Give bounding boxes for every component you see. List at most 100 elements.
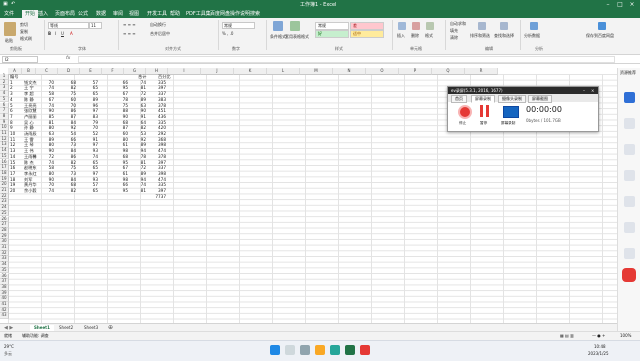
edge-icon[interactable] bbox=[330, 345, 340, 355]
merge-center-button[interactable]: 合并后居中 bbox=[150, 31, 170, 37]
ribbon-tab[interactable]: 操作说明搜索 bbox=[230, 10, 260, 18]
row-number-cell[interactable]: 20 bbox=[10, 188, 15, 194]
analyze-data-button[interactable]: 分析数据 bbox=[524, 33, 540, 39]
style-good[interactable]: 好 bbox=[315, 30, 349, 38]
ribbon-tab[interactable]: PDF工具集 bbox=[186, 10, 211, 18]
autosum-button[interactable]: 自动求和 bbox=[450, 21, 466, 27]
evcam-title-bar[interactable]: ev录屏(5.3.1, 2016, 1677) – × bbox=[448, 87, 598, 94]
evcam-minimize-icon[interactable]: – bbox=[583, 87, 585, 94]
column-header[interactable]: E bbox=[80, 68, 102, 75]
table-format-icon[interactable] bbox=[290, 21, 300, 31]
weather-desc[interactable]: 多云 bbox=[4, 351, 12, 357]
monitor-icon[interactable] bbox=[503, 106, 519, 118]
font-color-icon[interactable]: A bbox=[70, 31, 73, 36]
wrap-text-button[interactable]: 自动换行 bbox=[150, 22, 166, 28]
stop-record-icon[interactable] bbox=[458, 105, 472, 119]
pause-icon[interactable] bbox=[486, 105, 489, 117]
score-cell[interactable]: 95 bbox=[110, 188, 128, 194]
paste-button[interactable]: 粘贴 bbox=[5, 38, 13, 44]
save-icon[interactable]: ▣ bbox=[3, 1, 8, 7]
table-format-button[interactable]: 套用表格格式 bbox=[285, 34, 309, 40]
style-bad[interactable]: 差 bbox=[350, 22, 384, 30]
zoom-slider[interactable]: — ● + bbox=[592, 332, 605, 340]
side-panel-icon[interactable] bbox=[624, 118, 635, 129]
delete-cells-button[interactable]: 删除 bbox=[411, 33, 419, 39]
ribbon-tab[interactable]: 百度网盘 bbox=[210, 10, 230, 18]
ribbon-tab[interactable]: 视图 bbox=[129, 10, 139, 18]
score-cell[interactable]: 65 bbox=[80, 188, 98, 194]
ribbon-tab[interactable]: 数据 bbox=[96, 10, 106, 18]
close-icon[interactable]: × bbox=[626, 0, 638, 9]
find-select-icon[interactable] bbox=[500, 22, 508, 30]
save-netdisk-button[interactable]: 保存到百度网盘 bbox=[586, 33, 626, 39]
sort-filter-icon[interactable] bbox=[478, 22, 486, 30]
weather-temp[interactable]: 29°C bbox=[4, 344, 14, 349]
evcam-close-icon[interactable]: × bbox=[591, 87, 594, 94]
sort-filter-button[interactable]: 排序和筛选 bbox=[470, 33, 490, 39]
ribbon-tab[interactable]: 插入 bbox=[38, 10, 48, 18]
bold-button[interactable]: B bbox=[48, 31, 51, 36]
gift-icon[interactable] bbox=[622, 268, 636, 282]
undo-icon[interactable]: ↶ bbox=[11, 1, 15, 7]
format-cells-icon[interactable] bbox=[426, 22, 434, 30]
column-header[interactable]: R bbox=[465, 68, 498, 75]
paste-icon[interactable] bbox=[4, 22, 16, 36]
column-header[interactable]: L bbox=[267, 68, 300, 75]
evcam-tab[interactable]: 摄像头录制 bbox=[498, 95, 526, 103]
column-header[interactable]: B bbox=[22, 68, 36, 75]
ribbon-tab[interactable]: 文件 bbox=[4, 10, 14, 18]
baidu-netdisk-icon[interactable] bbox=[598, 22, 606, 30]
score-cell[interactable]: 82 bbox=[58, 188, 76, 194]
evcam-tab[interactable]: 屏幕截图 bbox=[528, 95, 552, 103]
row-header[interactable]: 43 bbox=[0, 313, 9, 320]
ribbon-tab[interactable]: 页面布局 bbox=[55, 10, 75, 18]
clear-button[interactable]: 清除 bbox=[450, 35, 458, 41]
side-panel-icon[interactable] bbox=[624, 248, 635, 259]
fill-button[interactable]: 填充 bbox=[450, 28, 458, 34]
minimize-icon[interactable]: – bbox=[602, 0, 614, 9]
name-box[interactable]: I2 bbox=[2, 56, 38, 63]
status-accessibility[interactable]: 辅助功能: 调查 bbox=[22, 332, 49, 340]
find-select-button[interactable]: 查找和选择 bbox=[494, 33, 514, 39]
column-header[interactable]: C bbox=[36, 68, 58, 75]
insert-cells-icon[interactable] bbox=[398, 22, 406, 30]
clock-time[interactable]: 10:48 bbox=[594, 344, 606, 349]
column-header[interactable]: F bbox=[102, 68, 124, 75]
column-header[interactable]: M bbox=[300, 68, 333, 75]
score-cell[interactable]: 74 bbox=[36, 188, 54, 194]
search-icon[interactable] bbox=[285, 345, 295, 355]
align-left-icon[interactable]: ≡ ≡ ≡ bbox=[123, 31, 136, 36]
pause-icon[interactable] bbox=[480, 105, 483, 117]
percent-icon[interactable]: % , .0 bbox=[222, 31, 233, 36]
ribbon-tab[interactable]: 审阅 bbox=[113, 10, 123, 18]
evcam-taskbar-icon[interactable] bbox=[360, 345, 370, 355]
delete-cells-icon[interactable] bbox=[412, 22, 420, 30]
formula-input[interactable] bbox=[78, 56, 615, 63]
column-header[interactable]: I bbox=[168, 68, 201, 75]
side-panel-app-icon[interactable] bbox=[624, 92, 635, 103]
ribbon-tab[interactable]: 开始 bbox=[22, 10, 39, 18]
column-header[interactable]: J bbox=[201, 68, 234, 75]
column-header[interactable]: Q bbox=[432, 68, 465, 75]
style-normal[interactable]: 常规 bbox=[315, 22, 349, 30]
screen-record-label[interactable]: 屏幕录制 bbox=[501, 121, 515, 126]
view-normal-icon[interactable]: ▦ ▤ ▥ bbox=[560, 332, 574, 340]
analyze-data-icon[interactable] bbox=[530, 22, 538, 30]
font-name-select[interactable]: 等线 bbox=[48, 22, 89, 29]
start-icon[interactable] bbox=[270, 345, 280, 355]
maximize-icon[interactable]: □ bbox=[614, 0, 626, 9]
column-header[interactable]: N bbox=[333, 68, 366, 75]
task-view-icon[interactable] bbox=[300, 345, 310, 355]
ribbon-tab[interactable]: 帮助 bbox=[170, 10, 180, 18]
align-top-icon[interactable]: ≡ ≡ ≡ bbox=[123, 22, 136, 27]
column-header[interactable]: O bbox=[366, 68, 399, 75]
evcam-tab[interactable]: 屏幕录制 bbox=[471, 95, 495, 103]
clock-date[interactable]: 2023/1/25 bbox=[588, 351, 609, 356]
format-cells-button[interactable]: 格式 bbox=[425, 33, 433, 39]
ribbon-tab[interactable]: 开发工具 bbox=[147, 10, 167, 18]
side-panel-icon[interactable] bbox=[624, 144, 635, 155]
cut-button[interactable]: 剪切 bbox=[20, 22, 28, 28]
score-cell[interactable]: 81 bbox=[128, 188, 146, 194]
italic-button[interactable]: I bbox=[55, 31, 56, 36]
number-format-select[interactable]: 常规 bbox=[222, 22, 255, 29]
